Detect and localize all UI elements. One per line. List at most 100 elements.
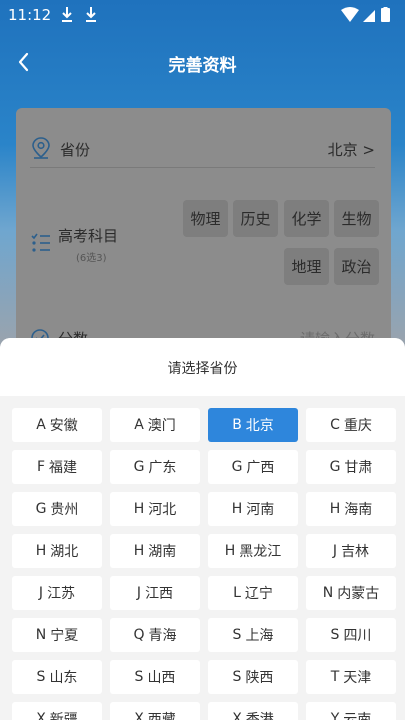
- province-name: 陕西: [245, 670, 274, 686]
- province-letter: Y: [330, 711, 340, 720]
- province-name: 辽宁: [244, 586, 273, 602]
- province-option[interactable]: N 宁夏: [12, 618, 102, 652]
- status-time: 11:12: [8, 6, 52, 24]
- province-option[interactable]: Y 云南: [306, 702, 396, 720]
- province-letter: S: [330, 627, 340, 643]
- province-option[interactable]: H 湖北: [12, 534, 102, 568]
- province-option[interactable]: A 安徽: [12, 408, 102, 442]
- subject-chip-biology[interactable]: 生物: [334, 200, 379, 237]
- province-name: 福建: [49, 460, 78, 476]
- subject-chip-geography[interactable]: 地理: [284, 248, 329, 285]
- province-name: 湖南: [148, 544, 177, 560]
- province-option[interactable]: G 甘肃: [306, 450, 396, 484]
- list-icon: [31, 233, 50, 252]
- province-name: 重庆: [343, 418, 372, 434]
- province-name: 山东: [49, 670, 78, 686]
- province-name: 黑龙江: [239, 544, 282, 560]
- province-option[interactable]: J 江西: [110, 576, 200, 610]
- province-letter: J: [38, 585, 44, 601]
- province-option[interactable]: H 河北: [110, 492, 200, 526]
- province-letter: F: [36, 459, 46, 475]
- province-letter: X: [232, 711, 242, 720]
- subjects-label: 高考科目: [58, 227, 119, 245]
- province-option[interactable]: F 福建: [12, 450, 102, 484]
- province-option[interactable]: N 内蒙古: [306, 576, 396, 610]
- download-icon: [86, 7, 96, 22]
- province-option[interactable]: Q 青海: [110, 618, 200, 652]
- province-option[interactable]: X 新疆: [12, 702, 102, 720]
- province-option[interactable]: X 香港: [208, 702, 298, 720]
- province-name: 香港: [245, 712, 274, 720]
- province-value[interactable]: 北京 >: [328, 139, 375, 160]
- province-letter: S: [232, 627, 242, 643]
- subjects-row: 高考科目 (6选3) 物理 历史 化学 生物 地理 政治: [30, 194, 379, 294]
- province-letter: A: [36, 417, 46, 433]
- province-grid: A 安徽 A 澳门 B 北京 C 重庆 F 福建 G 广东 G 广西 G 甘肃 G 贵州 H 河北 H 河南 H 海南 H 湖北 H…: [12, 408, 396, 720]
- province-option[interactable]: S 上海: [208, 618, 298, 652]
- province-option[interactable]: G 广东: [110, 450, 200, 484]
- province-letter: J: [136, 585, 142, 601]
- province-option[interactable]: H 河南: [208, 492, 298, 526]
- province-option[interactable]: A 澳门: [110, 408, 200, 442]
- province-name: 贵州: [50, 502, 79, 518]
- province-letter: G: [231, 459, 243, 475]
- province-option[interactable]: C 重庆: [306, 408, 396, 442]
- province-option[interactable]: S 陕西: [208, 660, 298, 694]
- province-name: 河北: [148, 502, 177, 518]
- province-option[interactable]: S 山东: [12, 660, 102, 694]
- province-letter: H: [133, 501, 145, 517]
- wifi-icon: [341, 7, 359, 22]
- subject-chip-history[interactable]: 历史: [233, 200, 278, 237]
- province-option[interactable]: X 西藏: [110, 702, 200, 720]
- province-option[interactable]: G 贵州: [12, 492, 102, 526]
- province-option[interactable]: H 黑龙江: [208, 534, 298, 568]
- province-letter: C: [330, 417, 340, 433]
- signal-icon: [363, 10, 375, 22]
- province-name: 山西: [147, 670, 176, 686]
- province-letter: H: [35, 543, 47, 559]
- download-icon: [62, 7, 72, 22]
- province-name: 上海: [245, 628, 274, 644]
- province-label: 省份: [60, 141, 91, 159]
- province-letter: H: [224, 543, 236, 559]
- subject-chip-politics[interactable]: 政治: [334, 248, 379, 285]
- province-name: 广东: [148, 460, 177, 476]
- province-option[interactable]: B 北京: [208, 408, 298, 442]
- province-letter: H: [329, 501, 341, 517]
- province-letter: S: [232, 669, 242, 685]
- province-option[interactable]: H 湖南: [110, 534, 200, 568]
- province-row[interactable]: 省份 北京 >: [30, 132, 375, 168]
- province-letter: T: [330, 669, 340, 685]
- province-name: 青海: [148, 628, 177, 644]
- province-name: 甘肃: [344, 460, 373, 476]
- province-name: 新疆: [49, 712, 78, 720]
- province-option[interactable]: J 吉林: [306, 534, 396, 568]
- province-option[interactable]: L 辽宁: [208, 576, 298, 610]
- province-option[interactable]: S 山西: [110, 660, 200, 694]
- sheet-title: 请选择省份: [167, 361, 238, 377]
- province-option[interactable]: S 四川: [306, 618, 396, 652]
- province-letter: N: [322, 585, 334, 601]
- province-name: 四川: [343, 628, 372, 644]
- province-letter: B: [232, 417, 242, 433]
- province-name: 西藏: [147, 712, 176, 720]
- province-name: 天津: [343, 670, 372, 686]
- subject-chip-chemistry[interactable]: 化学: [284, 200, 329, 237]
- province-name: 云南: [343, 712, 372, 720]
- province-name: 海南: [344, 502, 373, 518]
- province-name: 广西: [246, 460, 275, 476]
- province-letter: X: [134, 711, 144, 720]
- province-option[interactable]: H 海南: [306, 492, 396, 526]
- province-letter: H: [133, 543, 145, 559]
- province-letter: G: [329, 459, 341, 475]
- province-letter: S: [36, 669, 46, 685]
- page-title: 完善资料: [168, 56, 237, 76]
- province-option[interactable]: T 天津: [306, 660, 396, 694]
- subject-chip-physics[interactable]: 物理: [183, 200, 228, 237]
- province-option[interactable]: G 广西: [208, 450, 298, 484]
- province-letter: Q: [133, 627, 145, 643]
- province-name: 江西: [145, 586, 174, 602]
- province-name: 吉林: [341, 544, 370, 560]
- province-name: 内蒙古: [337, 586, 380, 602]
- province-option[interactable]: J 江苏: [12, 576, 102, 610]
